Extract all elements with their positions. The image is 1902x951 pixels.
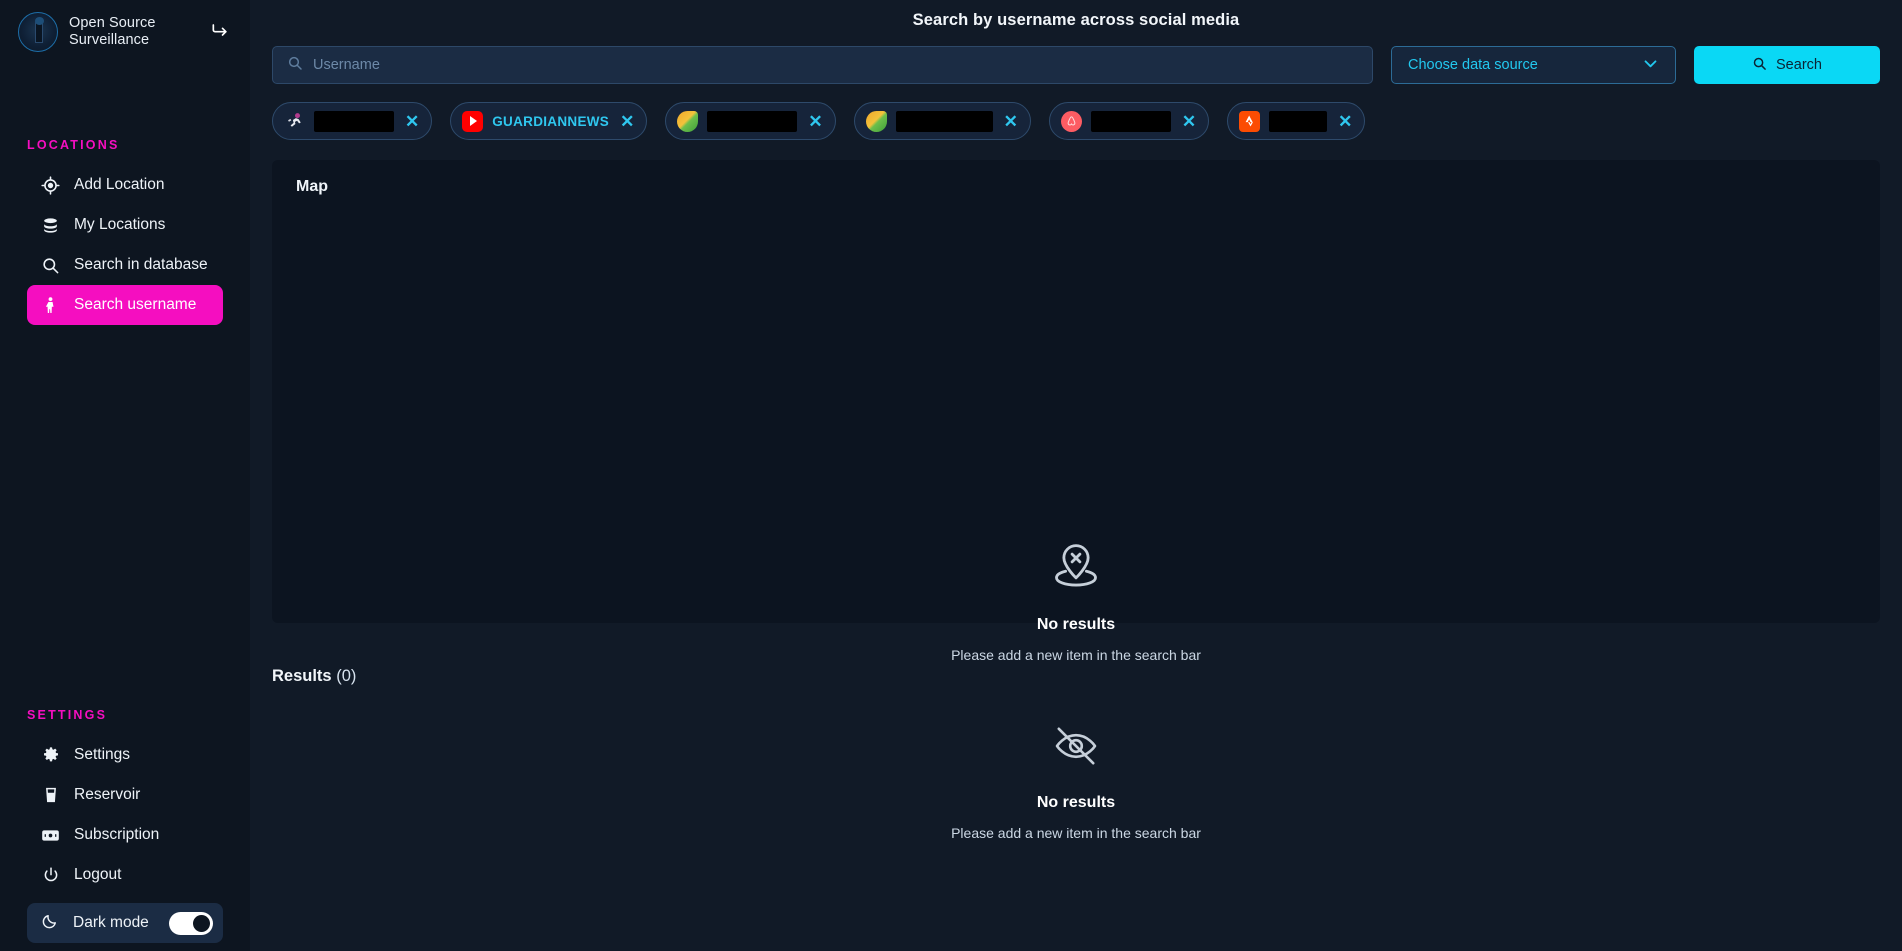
leaf-icon [677,110,699,132]
main-content: Search by username across social media C… [250,0,1902,951]
sidebar-item-label: My Locations [74,216,166,233]
dark-mode-row[interactable]: Dark mode [27,903,223,943]
sidebar-item-logout[interactable]: Logout [27,855,223,895]
sidebar-item-label: Add Location [74,176,165,193]
chevron-down-icon [1642,55,1659,76]
sidebar-section-locations: LOCATIONS [27,138,120,152]
map-panel: Map No results Please add a new item in … [272,160,1880,663]
sidebar-item-label: Search username [74,296,197,313]
sidebar-item-label: Settings [74,746,131,763]
account-chip[interactable]: ✕ [1227,102,1366,140]
crosshair-icon [41,175,60,195]
sidebar-item-subscription[interactable]: Subscription [27,815,223,855]
search-field[interactable] [272,46,1373,84]
close-icon[interactable]: ✕ [620,113,634,130]
gear-icon [41,746,60,765]
close-icon[interactable]: ✕ [808,113,822,130]
account-chip-label [1269,110,1328,132]
results-empty-subtitle: Please add a new item in the search bar [951,825,1201,841]
app-root: Open Source Surveillance LOCATIONS Add L… [0,0,1902,951]
runner-avatar-icon [284,111,305,132]
account-chip[interactable]: GUARDIANNEWS ✕ [450,102,648,140]
selected-accounts-chips: ✕ GUARDIANNEWS ✕ ✕ ✕ ✕ ✕ [250,102,1902,140]
close-icon[interactable]: ✕ [1182,113,1196,130]
moon-icon [41,912,59,935]
search-icon [1752,56,1767,75]
sidebar-settings-block: SETTINGS Settings Reservoir Subscription… [0,708,250,951]
sidebar-settings-list: Settings Reservoir Subscription Logout [0,735,250,895]
account-chip[interactable]: ✕ [272,102,433,140]
sidebar-item-label: Subscription [74,826,160,843]
sidebar-item-search-in-database[interactable]: Search in database [27,245,223,285]
sidebar-item-settings[interactable]: Settings [27,735,223,775]
results-count: (0) [336,667,357,685]
dark-mode-toggle[interactable] [169,911,213,935]
data-source-select[interactable]: Choose data source [1391,46,1676,84]
reservoir-icon [41,786,60,805]
database-icon [41,216,60,235]
sidebar-item-label: Reservoir [74,786,141,803]
sidebar-item-label: Search in database [74,256,208,273]
map-title: Map [296,178,328,195]
account-chip[interactable]: ✕ [853,102,1031,140]
map-empty-subtitle: Please add a new item in the search bar [951,647,1201,663]
results-heading: Results (0) [272,667,1902,686]
search-input[interactable] [313,57,1358,73]
map-empty-state: No results Please add a new item in the … [272,540,1880,663]
search-icon [41,256,60,275]
sidebar-item-add-location[interactable]: Add Location [27,165,223,205]
collapse-arrow-icon[interactable] [210,20,236,44]
sidebar-item-label: Logout [74,866,122,883]
search-icon [287,55,303,76]
account-chip[interactable]: ✕ [1048,102,1210,140]
sidebar-locations-list: Add Location My Locations Search in data… [0,165,250,325]
sidebar-item-reservoir[interactable]: Reservoir [27,775,223,815]
brand: Open Source Surveillance [0,0,250,56]
page-title: Search by username across social media [912,11,1240,29]
sidebar-item-search-username[interactable]: Search username [27,285,223,325]
eye-off-icon [1052,722,1100,775]
app-logo-icon [18,12,58,52]
map-empty-title: No results [1036,616,1116,633]
results-title: Results [272,667,332,685]
sidebar-section-settings: SETTINGS [27,708,108,722]
account-chip-label: GUARDIANNEWS [492,113,610,129]
search-controls: Choose data source Search [250,46,1902,84]
search-button-label: Search [1776,57,1822,73]
dark-mode-label: Dark mode [73,914,149,931]
sidebar-item-my-locations[interactable]: My Locations [27,205,223,245]
sidebar: Open Source Surveillance LOCATIONS Add L… [0,0,250,951]
account-chip-label [707,110,798,132]
close-icon[interactable]: ✕ [405,113,419,130]
account-chip[interactable]: ✕ [665,102,836,140]
youtube-icon [462,110,484,132]
account-chip-label [314,110,394,132]
results-empty-state: No results Please add a new item in the … [250,722,1902,841]
account-chip-label [895,110,993,132]
close-icon[interactable]: ✕ [1338,113,1352,130]
map-pin-off-icon [1050,540,1102,597]
brand-title: Open Source Surveillance [69,15,156,48]
card-icon [41,826,60,845]
person-icon [41,296,60,315]
airbnb-icon [1060,110,1082,132]
close-icon[interactable]: ✕ [1004,113,1018,130]
leaf-icon [865,110,887,132]
results-empty-title: No results [1036,794,1116,811]
power-icon [41,866,60,885]
strava-icon [1239,110,1261,132]
account-chip-label [1090,110,1171,132]
data-source-label: Choose data source [1408,57,1538,73]
search-button[interactable]: Search [1694,46,1880,84]
